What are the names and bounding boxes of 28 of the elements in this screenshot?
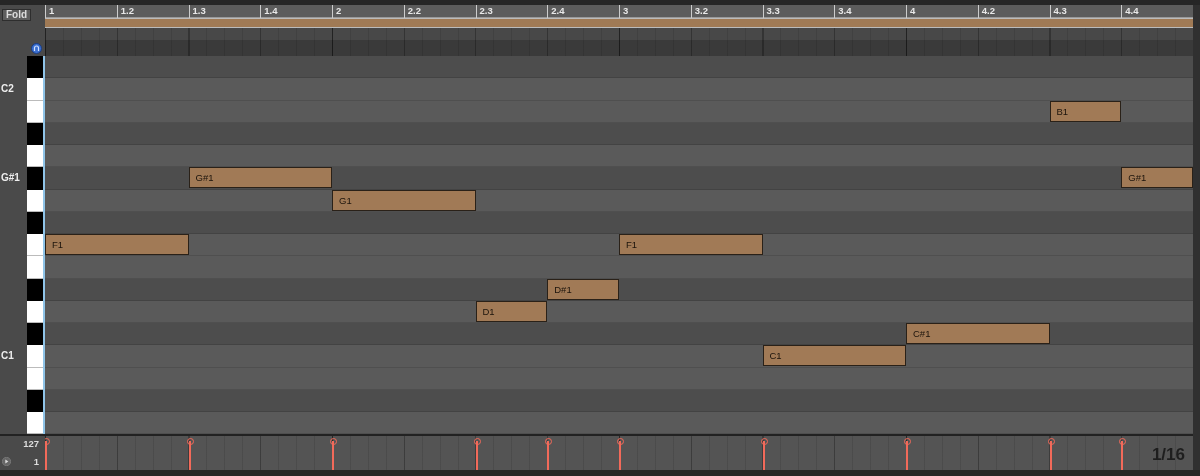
velocity-marker[interactable] — [330, 438, 337, 470]
piano-key[interactable] — [27, 122, 43, 145]
piano-key[interactable] — [27, 278, 43, 301]
loop-bar[interactable] — [45, 18, 1193, 28]
play-icon[interactable] — [2, 457, 11, 466]
velocity-marker[interactable] — [617, 438, 624, 470]
piano-key[interactable] — [27, 323, 43, 346]
velocity-marker[interactable] — [760, 438, 768, 470]
piano-key[interactable] — [27, 56, 43, 79]
note-block[interactable]: F1 — [45, 234, 189, 255]
piano-key[interactable] — [27, 211, 43, 234]
preview-icon[interactable] — [31, 43, 42, 54]
note-block[interactable]: F1 — [619, 234, 763, 255]
key-label: C2 — [1, 83, 14, 96]
note-block[interactable]: G1 — [332, 189, 476, 211]
fold-button[interactable]: Fold — [2, 9, 32, 21]
key-label: G#1 — [1, 172, 20, 185]
velocity-marker[interactable] — [186, 438, 194, 470]
note-block[interactable]: C1 — [762, 345, 906, 367]
key-label: C1 — [1, 350, 14, 363]
piano-key[interactable] — [27, 389, 43, 412]
velocity-min-label: 1 — [33, 454, 39, 469]
note-block[interactable]: D#1 — [547, 278, 619, 300]
velocity-marker[interactable] — [904, 438, 911, 470]
note-block[interactable]: C#1 — [906, 323, 1050, 344]
velocity-marker[interactable] — [1047, 438, 1055, 470]
velocity-marker[interactable] — [473, 438, 481, 470]
velocity-max-label: 127 — [23, 437, 39, 451]
